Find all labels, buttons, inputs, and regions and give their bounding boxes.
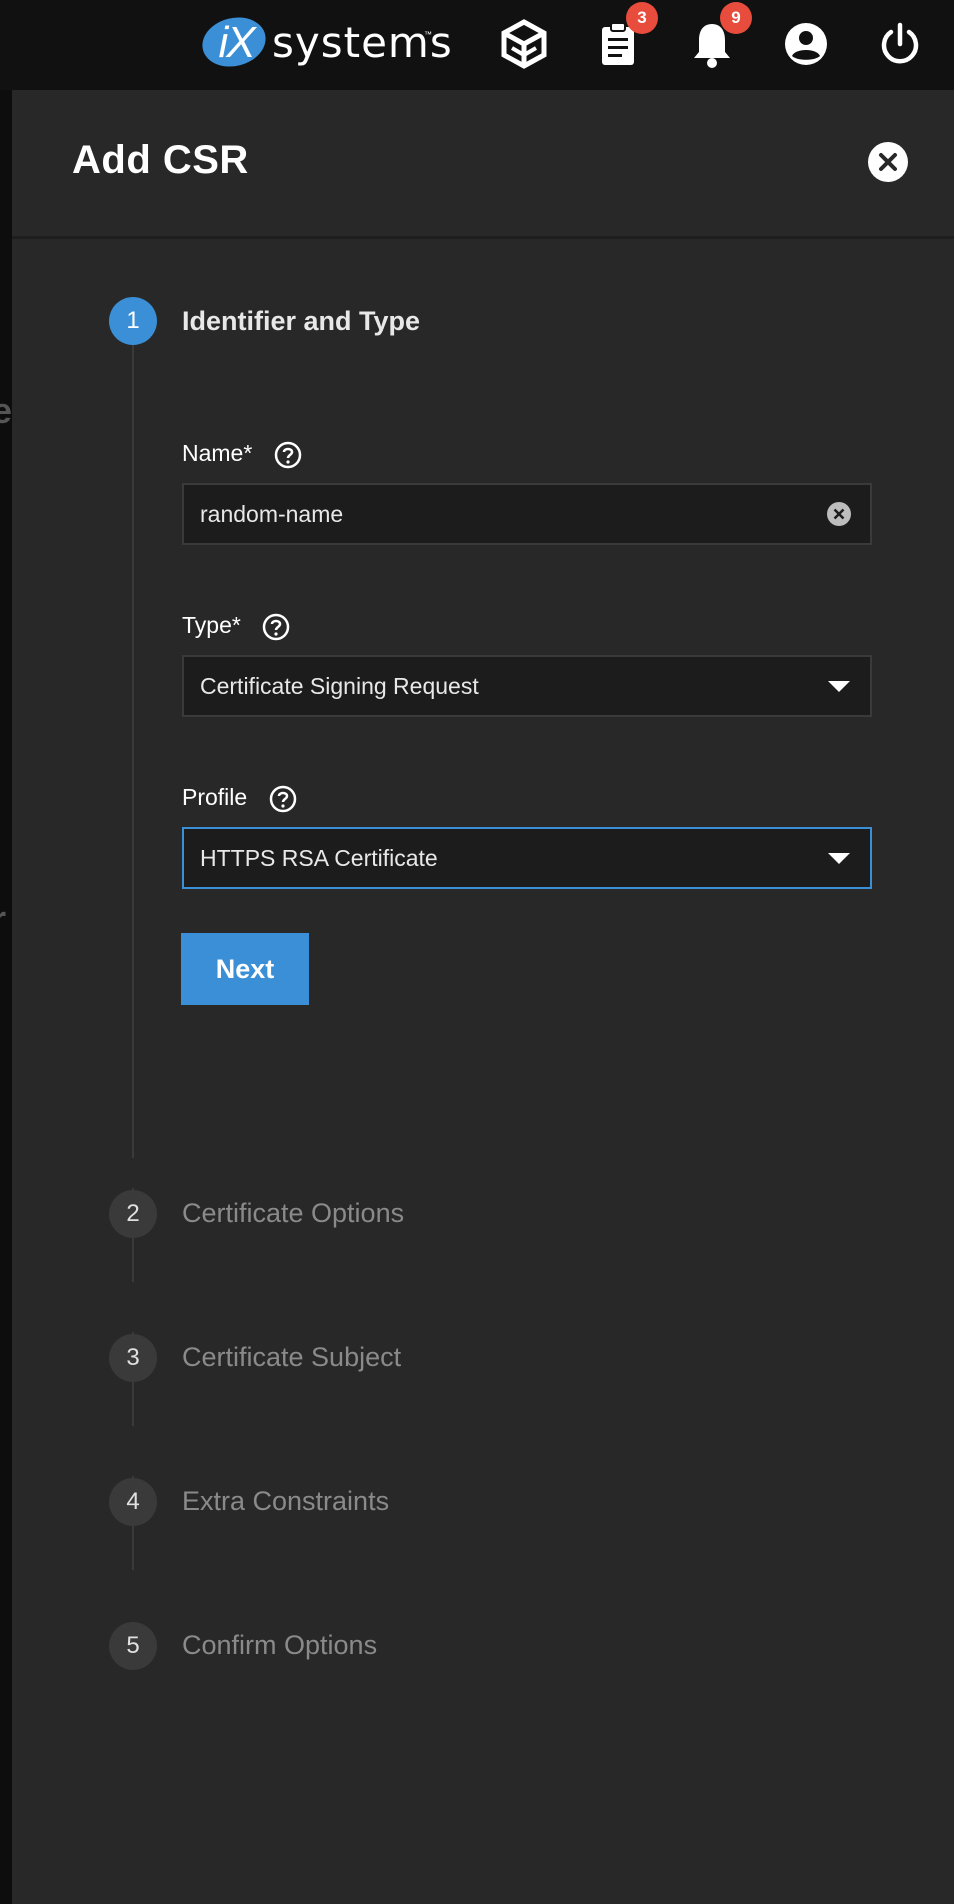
background-page: es r bbox=[0, 90, 32, 1904]
tasks-button[interactable]: 3 bbox=[592, 2, 658, 70]
logo-trademark: ™ bbox=[424, 30, 432, 39]
step-label: Certificate Options bbox=[182, 1198, 405, 1228]
required-marker: * bbox=[231, 612, 241, 639]
type-select-value: Certificate Signing Request bbox=[200, 673, 479, 699]
name-label: Name* bbox=[182, 440, 303, 470]
step-label: Identifier and Type bbox=[182, 306, 421, 336]
panel-header: Add CSR bbox=[12, 90, 954, 239]
help-icon[interactable] bbox=[273, 440, 303, 470]
background-text-fragment: r bbox=[0, 898, 6, 940]
truecommand-icon[interactable] bbox=[498, 18, 550, 70]
alerts-button[interactable]: 9 bbox=[686, 2, 752, 70]
step-number: 4 bbox=[109, 1478, 157, 1526]
top-bar: iX systems ™ 3 9 bbox=[0, 0, 954, 90]
account-circle-icon bbox=[785, 23, 827, 65]
step-number: 3 bbox=[109, 1334, 157, 1382]
profile-select-value: HTTPS RSA Certificate bbox=[200, 845, 438, 871]
chevron-down-icon bbox=[828, 853, 850, 864]
close-button[interactable] bbox=[868, 142, 908, 182]
close-icon bbox=[879, 153, 897, 171]
add-csr-panel: Add CSR 1 Identifier and Type Name* rand… bbox=[12, 90, 954, 1904]
profile-label-text: Profile bbox=[182, 784, 248, 811]
step-number: 1 bbox=[109, 297, 157, 345]
tasks-badge: 3 bbox=[626, 2, 658, 34]
ixsystems-logo[interactable]: iX systems ™ bbox=[197, 10, 452, 74]
next-button[interactable]: Next bbox=[181, 933, 309, 1005]
profile-label: Profile bbox=[182, 784, 298, 814]
account-button[interactable] bbox=[780, 18, 832, 70]
name-label-text: Name bbox=[182, 440, 244, 467]
chevron-down-icon bbox=[828, 681, 850, 692]
name-input-value: random-name bbox=[200, 501, 344, 527]
power-button[interactable] bbox=[874, 18, 926, 70]
panel-title: Add CSR bbox=[72, 138, 249, 182]
power-icon bbox=[881, 22, 919, 64]
step-label: Extra Constraints bbox=[182, 1486, 390, 1516]
alerts-badge: 9 bbox=[720, 2, 752, 34]
step-label: Confirm Options bbox=[182, 1630, 378, 1660]
step-connector bbox=[132, 344, 134, 1158]
step-number: 2 bbox=[109, 1190, 157, 1238]
logo-text: systems bbox=[272, 18, 453, 67]
logo-mark: iX bbox=[218, 18, 255, 67]
name-input[interactable]: random-name bbox=[182, 483, 872, 545]
profile-select[interactable]: HTTPS RSA Certificate bbox=[182, 827, 872, 889]
help-icon[interactable] bbox=[261, 612, 291, 642]
type-label-text: Type bbox=[182, 612, 232, 639]
required-marker: * bbox=[243, 440, 253, 467]
type-select[interactable]: Certificate Signing Request bbox=[182, 655, 872, 717]
help-icon[interactable] bbox=[268, 784, 298, 814]
clear-input-icon[interactable] bbox=[826, 501, 852, 527]
type-label: Type* bbox=[182, 612, 291, 642]
step-label: Certificate Subject bbox=[182, 1342, 402, 1372]
step-number: 5 bbox=[109, 1622, 157, 1670]
